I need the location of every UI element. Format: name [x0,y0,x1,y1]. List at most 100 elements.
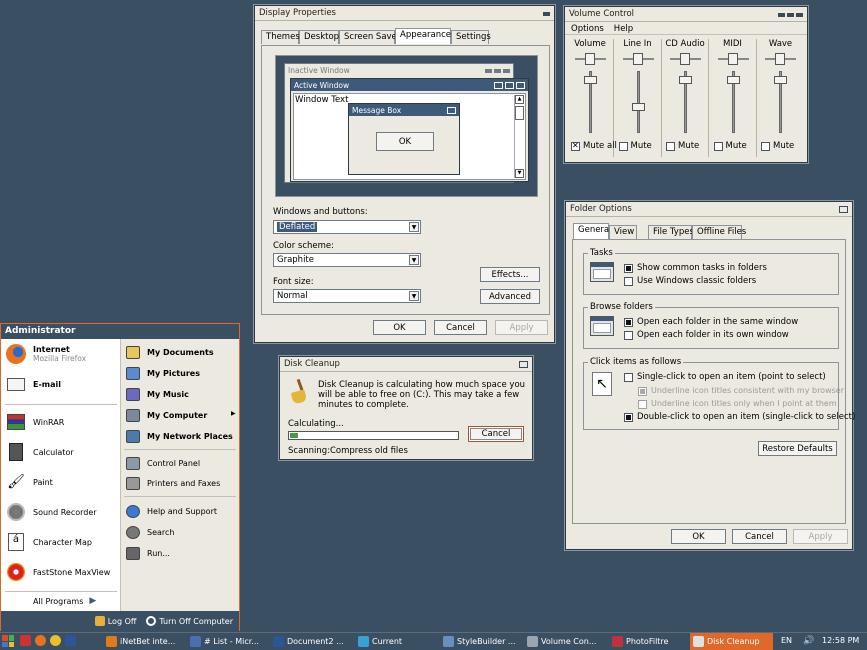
tab-screen-saver[interactable]: Screen Saver [339,30,400,44]
close-icon[interactable] [519,360,528,368]
double-click-checkbox[interactable] [624,413,633,422]
volume-slider[interactable] [584,71,598,133]
recent-paint[interactable]: 🖌 Paint [5,471,53,493]
tasks-classic-checkbox[interactable] [624,277,633,286]
firefox-icon[interactable] [35,635,46,646]
start-right-item[interactable]: My Computer ▶ [125,407,236,423]
mute-checkbox[interactable] [761,142,770,151]
single-click-checkbox[interactable] [624,373,633,382]
underline-browser-checkbox[interactable] [638,387,647,396]
recent-sound-recorder[interactable]: Sound Recorder [5,501,97,523]
pinned-email[interactable]: E-mail [5,373,61,395]
start-right-item[interactable]: Printers and Faxes [125,475,220,491]
balance-slider[interactable] [622,53,654,65]
start-right-item[interactable]: Control Panel [125,455,200,471]
all-programs-button[interactable]: All Programs ▶ [33,596,96,606]
tasks-show-checkbox[interactable] [624,264,633,273]
cancel-button[interactable]: Cancel [468,426,524,442]
pinned-internet[interactable]: Internet Mozilla Firefox [5,343,86,365]
ok-button[interactable]: OK [671,529,726,544]
turnoff-button[interactable]: Turn Off Computer [146,616,233,626]
tab-file-types[interactable]: File Types [648,225,694,239]
maximize-icon[interactable] [787,13,794,17]
volume-titlebar[interactable]: Volume Control [565,7,807,22]
volume-slider-thumb[interactable] [726,76,740,85]
font-size-select[interactable]: Normal ▼ [273,289,421,303]
balance-slider[interactable] [575,53,606,65]
start-right-item[interactable]: My Music [125,386,189,402]
balance-slider[interactable] [717,53,749,65]
taskbar-button[interactable]: # List - Micr... [187,633,268,650]
start-right-item[interactable]: My Documents [125,344,214,360]
volume-slider-thumb[interactable] [584,76,597,85]
restore-defaults-button[interactable]: Restore Defaults [758,441,837,456]
volume-slider[interactable] [774,71,788,133]
volume-slider[interactable] [679,71,693,133]
start-right-item[interactable]: Run... [125,545,170,561]
recent-character-map[interactable]: á Character Map [5,531,92,553]
taskbar-button[interactable]: Volume Con... [524,633,607,650]
menu-help[interactable]: Help [614,24,633,34]
color-scheme-select[interactable]: Graphite ▼ [273,253,421,267]
taskbar-button[interactable]: Current [355,633,438,650]
tab-view[interactable]: View [609,225,637,239]
launch-icon[interactable] [20,635,31,646]
start-right-item[interactable]: My Network Places [125,428,233,444]
tab-appearance[interactable]: Appearance [395,28,451,44]
advanced-button[interactable]: Advanced [480,289,540,304]
recent-calculator[interactable]: Calculator [5,441,74,463]
underline-point-checkbox[interactable] [638,400,647,409]
cancel-button[interactable]: Cancel [732,529,787,544]
disk-cleanup-titlebar[interactable]: Disk Cleanup [280,357,532,372]
folder-options-titlebar[interactable]: Folder Options [566,202,852,217]
language-indicator[interactable]: EN [781,636,792,645]
cancel-button[interactable]: Cancel [434,320,487,335]
tab-settings[interactable]: Settings [451,30,491,44]
taskbar-button[interactable]: PhotoFiltre [609,633,688,650]
close-icon[interactable] [839,205,848,213]
ok-button[interactable]: OK [373,320,426,335]
volume-slider-thumb[interactable] [774,76,787,85]
apply-button[interactable]: Apply [793,529,848,544]
volume-slider-thumb[interactable] [631,103,645,112]
browse-same-checkbox[interactable] [624,318,633,327]
taskbar-button[interactable]: Disk Cleanup [690,633,773,650]
tab-general[interactable]: General [573,223,612,239]
tab-offline-files[interactable]: Offline Files [692,225,746,239]
volume-slider[interactable] [726,71,741,133]
tab-themes[interactable]: Themes [261,30,300,44]
chevron-down-icon[interactable]: ▼ [409,255,419,265]
taskbar-button[interactable]: iNetBet inte... [103,633,185,650]
volume-slider[interactable] [631,71,646,133]
logoff-button[interactable]: Log Off [94,616,136,626]
start-right-item[interactable]: Help and Support [125,503,217,519]
mute-checkbox[interactable] [571,141,580,151]
preview-ok-button[interactable]: OK [376,132,434,151]
effects-button[interactable]: Effects... [480,267,540,282]
volume-slider-thumb[interactable] [679,76,692,85]
start-right-item[interactable]: My Pictures [125,365,200,381]
minimize-icon[interactable] [543,12,550,16]
menu-options[interactable]: Options [571,24,604,34]
apply-button[interactable]: Apply [495,320,548,335]
display-properties-titlebar[interactable]: Display Properties [255,6,554,21]
start-button[interactable] [2,635,14,647]
browse-own-checkbox[interactable] [624,331,633,340]
chevron-down-icon[interactable]: ▼ [409,222,419,232]
recent-faststone[interactable]: FastStone MaxView [5,561,110,583]
balance-slider[interactable] [670,53,701,65]
taskbar-button[interactable]: Document2 ... [270,633,353,650]
taskbar-button[interactable]: StyleBuilder ... [440,633,522,650]
mute-checkbox[interactable] [713,142,723,151]
mute-checkbox[interactable] [618,142,628,151]
chevron-down-icon[interactable]: ▼ [409,291,419,301]
balance-slider[interactable] [765,53,796,65]
tray-volume-icon[interactable]: 🔊 [803,636,814,646]
start-right-item[interactable]: Search [125,524,174,540]
recent-winrar[interactable]: WinRAR [5,411,64,433]
close-icon[interactable] [796,13,803,17]
messenger-icon[interactable] [50,635,61,646]
minimize-icon[interactable] [778,13,785,17]
windows-buttons-select[interactable]: Deflated ▼ [273,220,421,234]
tab-desktop[interactable]: Desktop [299,30,339,44]
